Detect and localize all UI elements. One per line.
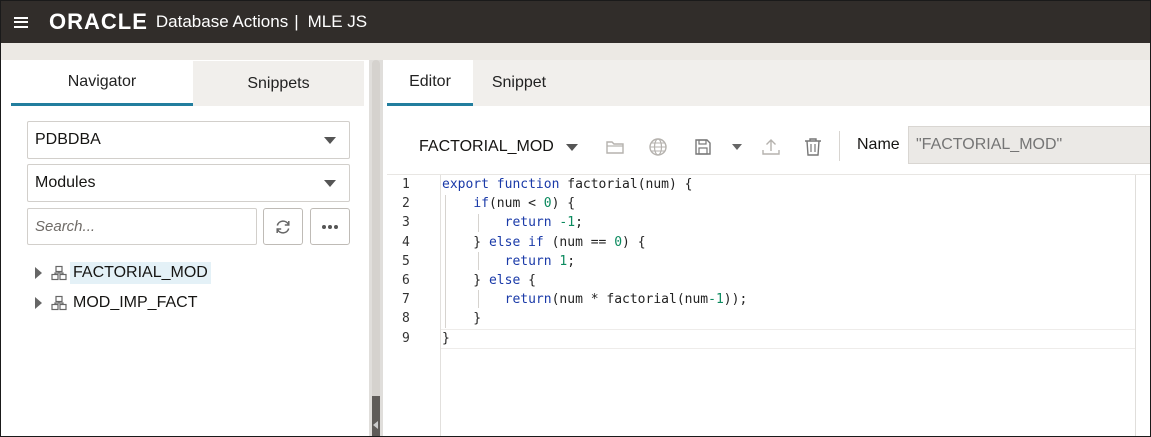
code-line[interactable]: return(num * factorial(num-1)); (442, 290, 748, 309)
editor-vertical-scrollbar[interactable] (1135, 175, 1136, 436)
upload-icon (762, 139, 780, 155)
folder-icon (606, 141, 624, 154)
tree-item-label: MOD_IMP_FACT (73, 294, 198, 311)
chevron-down-icon (565, 143, 578, 151)
upload-button[interactable] (759, 135, 783, 159)
content-top-strip (1, 43, 1150, 60)
line-number: 1 (402, 177, 410, 192)
line-number: 8 (402, 311, 410, 327)
toolbar-divider (839, 131, 840, 161)
code-line[interactable]: } else { (442, 271, 536, 290)
trash-icon (805, 138, 821, 156)
refresh-icon (276, 219, 290, 234)
app-header: ORACLE Database Actions | MLE JS (1, 1, 1150, 43)
code-line[interactable]: } else if (num == 0) { (442, 233, 645, 252)
save-button[interactable] (691, 135, 715, 159)
splitter-thumb[interactable] (372, 396, 380, 436)
tree-item[interactable]: FACTORIAL_MOD (35, 261, 211, 285)
line-number: 4 (402, 234, 410, 250)
collapse-left-icon[interactable] (373, 421, 378, 429)
splitter-track[interactable] (372, 60, 380, 436)
search-input[interactable] (27, 208, 257, 245)
oracle-logo: ORACLE (49, 9, 148, 34)
expand-arrow-icon[interactable] (35, 297, 42, 309)
menu-icon[interactable] (1, 1, 41, 43)
current-line-highlight (441, 329, 1135, 349)
code-line[interactable]: } (442, 309, 481, 328)
line-number: 5 (402, 253, 410, 269)
schema-select[interactable]: PDBDBA (27, 121, 350, 159)
tab-snippets[interactable]: Snippets (193, 61, 364, 106)
module-icon (51, 265, 67, 281)
browse-web-button[interactable] (646, 135, 670, 159)
schema-select-value: PDBDBA (35, 131, 101, 148)
app-window: ORACLE Database Actions | MLE JS Navigat… (0, 0, 1151, 437)
title-separator: | (294, 12, 299, 31)
save-icon (695, 139, 711, 155)
line-number: 9 (402, 330, 410, 346)
expand-arrow-icon[interactable] (35, 267, 42, 279)
chevron-down-icon (732, 144, 742, 150)
module-select-value: FACTORIAL_MOD (419, 138, 554, 155)
line-number: 7 (402, 292, 410, 308)
tab-navigator[interactable]: Navigator (11, 61, 193, 106)
chevron-down-icon (324, 180, 336, 187)
line-number: 6 (402, 273, 410, 288)
object-type-select[interactable]: Modules (27, 164, 350, 202)
refresh-button[interactable] (263, 208, 303, 245)
code-line[interactable]: } (442, 329, 450, 348)
app-title: Database Actions (155, 12, 289, 31)
module-select[interactable]: FACTORIAL_MOD (419, 138, 578, 156)
line-number: 3 (402, 215, 410, 231)
object-type-select-value: Modules (35, 174, 96, 191)
page-title: MLE JS (307, 12, 368, 31)
tree-item-label: FACTORIAL_MOD (70, 262, 211, 284)
navigator-tabs: Navigator Snippets (11, 61, 364, 106)
line-number: 2 (402, 196, 410, 212)
more-icon (322, 224, 338, 229)
chevron-down-icon (324, 137, 336, 144)
tab-editor[interactable]: Editor (387, 60, 473, 106)
globe-icon (649, 138, 667, 156)
tree-item[interactable]: MOD_IMP_FACT (35, 291, 200, 315)
code-line[interactable]: export function factorial(num) { (442, 175, 692, 194)
code-line[interactable]: return 1; (442, 252, 575, 271)
delete-button[interactable] (801, 135, 825, 159)
open-button[interactable] (603, 135, 627, 159)
editor-tabs: Editor Snippet (387, 60, 1150, 106)
name-label: Name (857, 136, 900, 153)
code-line[interactable]: return -1; (442, 213, 583, 232)
code-line[interactable]: if(num < 0) { (442, 194, 575, 213)
more-actions-button[interactable] (310, 208, 350, 245)
module-icon (51, 295, 67, 311)
tab-snippet[interactable]: Snippet (473, 60, 565, 106)
module-name-input[interactable] (908, 126, 1150, 164)
save-options-button[interactable] (725, 135, 749, 159)
